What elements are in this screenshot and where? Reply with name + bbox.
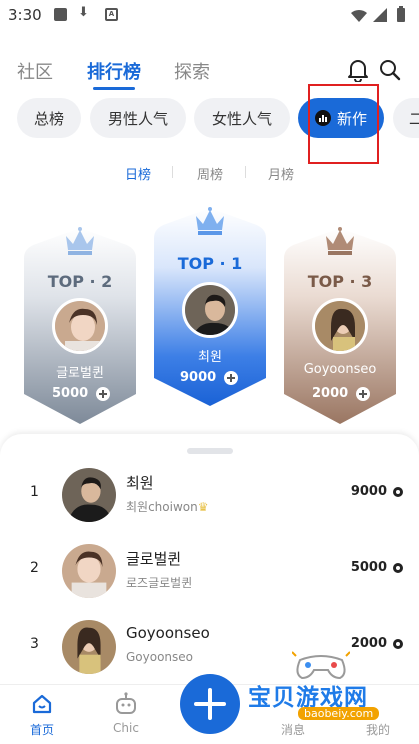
podium-first[interactable]: TOP · 1 최원 9000 — [154, 206, 266, 408]
rank-number: 2 — [30, 560, 39, 576]
podium-second[interactable]: TOP · 2 글로벌퀸 5000 — [24, 226, 136, 426]
search-icon[interactable] — [378, 58, 402, 86]
download-icon: ⬇ — [78, 5, 89, 20]
podium-third[interactable]: TOP · 3 Goyoonseo 2000 — [284, 226, 396, 426]
podium-score: 2000 — [312, 386, 371, 401]
bronze-crown-icon — [326, 227, 354, 255]
gamepad-logo-icon — [292, 651, 350, 680]
podium-score: 5000 — [52, 386, 111, 401]
plus-circle-icon[interactable] — [96, 386, 111, 401]
avatar[interactable] — [62, 544, 116, 598]
ranking-value: 2000 — [351, 636, 403, 651]
bell-icon[interactable] — [347, 58, 369, 86]
chip-overall[interactable]: 总榜 — [17, 98, 81, 138]
status-bar: 3:30 ⬇ A — [0, 0, 419, 30]
tab-explore[interactable]: 探索 — [174, 58, 210, 84]
podium-title: TOP · 2 — [47, 272, 113, 291]
chip-label: 二 — [409, 109, 419, 128]
chip-label: 男性人气 — [107, 109, 168, 128]
value-number: 5000 — [350, 560, 387, 575]
podium-title: TOP · 1 — [177, 254, 243, 273]
nav-label: 我的 — [365, 723, 390, 737]
rank-number: 1 — [30, 484, 39, 500]
watermark-url: baobeiy.com — [298, 707, 380, 720]
user-handle: 로즈글로벌퀸 — [126, 576, 193, 590]
tab-community[interactable]: 社区 — [17, 58, 53, 84]
avatar[interactable] — [62, 468, 116, 522]
chip-more[interactable]: 二 — [393, 98, 419, 138]
silver-crown-icon — [66, 227, 94, 255]
avatar[interactable] — [312, 298, 368, 354]
chip-female-popular[interactable]: 女性人气 — [194, 98, 290, 138]
podium-score: 9000 — [180, 370, 239, 385]
chip-label: 女性人气 — [211, 109, 272, 128]
divider — [172, 166, 173, 178]
user-name: 글로벌퀸 — [126, 550, 182, 568]
screen: 3:30 ⬇ A 社区 排行榜 探索 总榜 男性人气 女性人气 新作 二 日榜 … — [0, 0, 419, 744]
highlight-box — [308, 84, 379, 164]
status-time: 3:30 — [8, 6, 42, 24]
value-number: 2000 — [350, 636, 387, 651]
ranking-row[interactable]: 1 최원 최원choiwon♛ 9000 — [0, 466, 419, 526]
crown-badge-icon: ♛ — [197, 500, 209, 514]
gold-crown-icon — [196, 207, 224, 235]
score-value: 9000 — [180, 370, 217, 385]
plus-circle-icon[interactable] — [356, 386, 371, 401]
podium-name: 글로벌퀸 — [56, 366, 104, 381]
score-value: 2000 — [312, 386, 349, 401]
ranking-row[interactable]: 2 글로벌퀸 로즈글로벌퀸 5000 — [0, 542, 419, 602]
divider — [245, 166, 246, 178]
watermark: 宝贝游戏网 baobeiy.com — [240, 650, 400, 720]
home-icon — [32, 694, 52, 714]
create-plus-button[interactable] — [180, 674, 240, 734]
avatar[interactable] — [52, 298, 108, 354]
value-number: 9000 — [350, 484, 387, 499]
podium-name: 최원 — [198, 350, 222, 365]
coin-icon — [393, 562, 403, 573]
period-monthly[interactable]: 月榜 — [268, 164, 294, 183]
chip-male-popular[interactable]: 男性人气 — [90, 98, 186, 138]
period-daily[interactable]: 日榜 — [125, 164, 151, 183]
active-tab-underline — [93, 87, 135, 90]
avatar[interactable] — [182, 282, 238, 338]
score-value: 5000 — [52, 386, 89, 401]
ranking-value: 5000 — [351, 560, 403, 575]
nav-label: Chic — [113, 721, 139, 735]
plus-circle-icon[interactable] — [224, 370, 239, 385]
notification-square-icon — [54, 8, 67, 21]
nav-home[interactable]: 首页 — [7, 685, 77, 744]
period-weekly[interactable]: 周榜 — [197, 164, 223, 183]
nav-chic[interactable]: Chic — [91, 685, 161, 744]
ranking-value: 9000 — [351, 484, 403, 499]
rank-number: 3 — [30, 636, 39, 652]
user-handle: 최원choiwon — [126, 500, 198, 514]
user-name: 최원 — [126, 474, 154, 492]
nav-label: 消息 — [280, 723, 305, 737]
wifi-signal-battery-icon — [351, 6, 405, 22]
tab-ranking[interactable]: 排行榜 — [87, 58, 141, 84]
a-notification-icon: A — [105, 8, 118, 21]
chip-label: 总榜 — [33, 109, 64, 128]
user-handle: Goyoonseo — [126, 650, 194, 664]
system-icons — [349, 6, 411, 28]
user-subtitle: 최원choiwon♛ — [126, 498, 209, 515]
avatar[interactable] — [62, 620, 116, 674]
robot-icon — [116, 692, 136, 714]
coin-icon — [393, 638, 403, 649]
nav-label: 首页 — [29, 723, 54, 737]
podium-name: Goyoonseo — [303, 362, 377, 377]
podium-title: TOP · 3 — [307, 272, 373, 291]
drag-handle[interactable] — [187, 448, 233, 454]
coin-icon — [393, 486, 403, 497]
user-name: Goyoonseo — [126, 624, 210, 642]
